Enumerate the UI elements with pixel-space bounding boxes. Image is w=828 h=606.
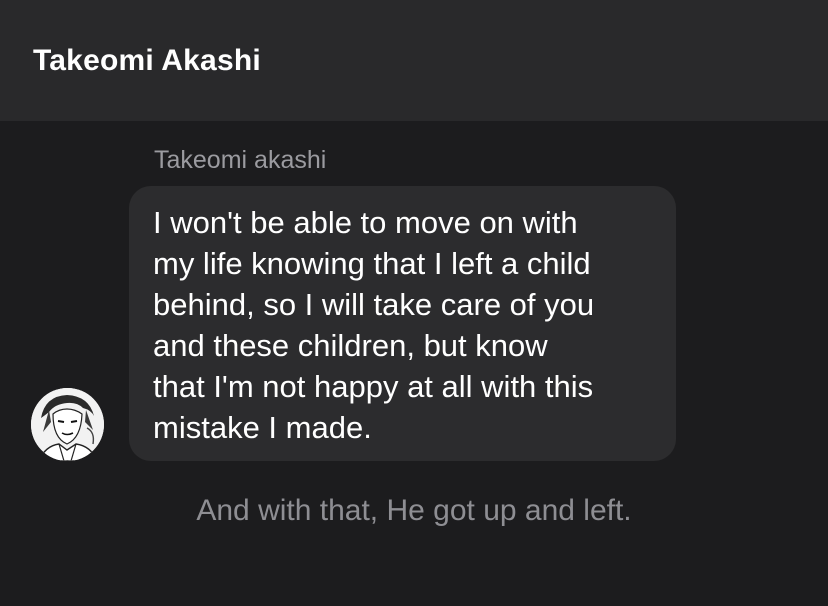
narration-line: And with that, He got up and left. [196, 494, 632, 527]
message-area: Takeomi akashi I won't be able to move o… [0, 121, 828, 606]
chat-title[interactable]: Takeomi Akashi [33, 44, 261, 78]
message-bubble[interactable]: I won't be able to move on with my life … [129, 186, 676, 461]
chat-header: Takeomi Akashi [0, 0, 828, 121]
message-sender-name: Takeomi akashi [154, 146, 327, 174]
avatar[interactable] [31, 388, 104, 461]
message-text: I won't be able to move on with my life … [153, 205, 595, 445]
character-avatar-icon [31, 388, 104, 461]
narration-text: And with that, He got up and left. [0, 494, 828, 528]
